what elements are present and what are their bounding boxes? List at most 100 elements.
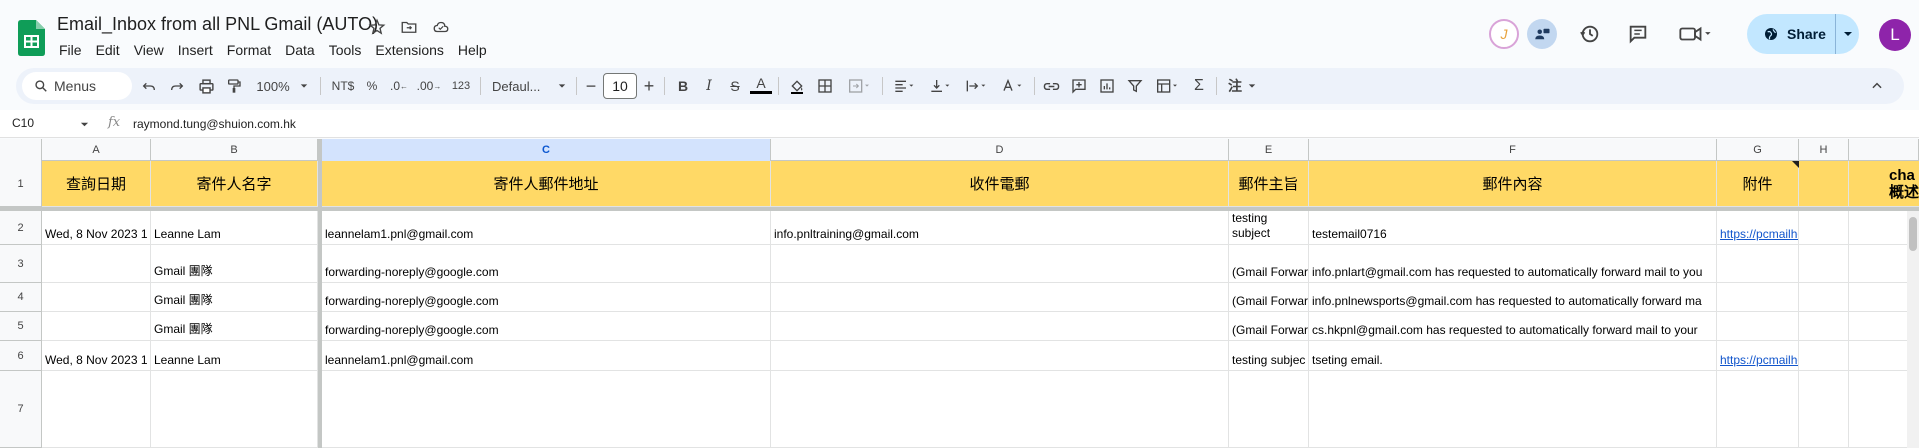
select-all-corner[interactable] [0, 139, 42, 161]
header-cell-c[interactable]: 寄件人郵件地址 [322, 161, 771, 207]
fill-color-icon[interactable] [786, 74, 808, 98]
menu-view[interactable]: View [127, 40, 171, 60]
column-header-b[interactable]: B [151, 139, 318, 161]
cell-f2[interactable]: testemail0716 [1309, 211, 1717, 245]
cell-c4[interactable]: forwarding-noreply@google.com [322, 283, 771, 312]
cell-c5[interactable]: forwarding-noreply@google.com [322, 312, 771, 341]
filter-icon[interactable] [1124, 74, 1146, 98]
redo-icon[interactable] [166, 74, 188, 98]
cell-h4[interactable] [1799, 283, 1849, 312]
merge-cells-icon[interactable] [842, 74, 876, 98]
currency-format-button[interactable]: NT$ [328, 74, 358, 98]
row-header-5[interactable]: 5 [0, 312, 42, 341]
cell-e5[interactable]: (Gmail Forwar [1229, 312, 1309, 341]
comment-presence-icon[interactable] [1527, 19, 1557, 49]
menu-extensions[interactable]: Extensions [368, 40, 450, 60]
menu-tools[interactable]: Tools [322, 40, 369, 60]
cell-d3[interactable] [771, 245, 1229, 283]
cell-f6[interactable]: tseting email. [1309, 341, 1717, 371]
row-header-6[interactable]: 6 [0, 341, 42, 371]
frozen-row-divider[interactable] [0, 207, 1919, 211]
cell-g7[interactable] [1717, 371, 1799, 448]
print-icon[interactable] [194, 74, 218, 98]
cell-e3[interactable]: (Gmail Forwar [1229, 245, 1309, 283]
cell-a4[interactable] [42, 283, 151, 312]
cell-e4[interactable]: (Gmail Forwar [1229, 283, 1309, 312]
filter-views-icon[interactable] [1150, 74, 1184, 98]
user-avatar[interactable]: L [1879, 19, 1911, 51]
cell-g4[interactable] [1717, 283, 1799, 312]
cell-b2[interactable]: Leanne Lam [151, 211, 318, 245]
cell-h2[interactable] [1799, 211, 1849, 245]
cell-e2[interactable]: testing subject [1229, 211, 1309, 245]
cell-g6[interactable]: https://pcmailhook.com/attachmen [1717, 341, 1799, 371]
cell-h7[interactable] [1799, 371, 1849, 448]
cell-b4[interactable]: Gmail 團隊 [151, 283, 318, 312]
cell-f3[interactable]: info.pnlart@gmail.com has requested to a… [1309, 245, 1717, 283]
column-header-f[interactable]: F [1309, 139, 1717, 161]
star-icon[interactable] [366, 16, 388, 38]
chevron-down-icon[interactable] [80, 120, 89, 129]
text-color-button[interactable]: A [750, 74, 772, 94]
italic-button[interactable]: I [698, 74, 720, 98]
menu-edit[interactable]: Edit [89, 40, 127, 60]
more-formats-button[interactable]: 123 [448, 74, 474, 98]
vertical-align-icon[interactable] [924, 74, 956, 98]
meet-call-icon[interactable] [1675, 21, 1715, 47]
zoom-select[interactable]: 100% [246, 74, 318, 98]
column-header-g[interactable]: G [1717, 139, 1799, 161]
cell-g3[interactable] [1717, 245, 1799, 283]
cell-b7[interactable] [151, 371, 318, 448]
cell-f5[interactable]: cs.hkpnl@gmail.com has requested to auto… [1309, 312, 1717, 341]
cell-d6[interactable] [771, 341, 1229, 371]
column-header-a[interactable]: A [42, 139, 151, 161]
increase-decimal-button[interactable]: .00 → [414, 74, 444, 98]
cell-c3[interactable]: forwarding-noreply@google.com [322, 245, 771, 283]
row-header-1[interactable]: 1 [0, 161, 42, 207]
header-cell-e[interactable]: 郵件主旨 [1229, 161, 1309, 207]
cell-f7[interactable] [1309, 371, 1717, 448]
cell-d2[interactable]: info.pnltraining@gmail.com [771, 211, 1229, 245]
cell-h3[interactable] [1799, 245, 1849, 283]
font-size-increase-button[interactable]: + [640, 74, 658, 98]
paint-format-icon[interactable] [222, 74, 246, 98]
menu-file[interactable]: File [52, 40, 89, 60]
cell-b5[interactable]: Gmail 團隊 [151, 312, 318, 341]
menu-search[interactable]: Menus [22, 72, 132, 100]
document-title[interactable]: Email_Inbox from all PNL Gmail (AUTO) [57, 14, 378, 35]
frozen-column-divider[interactable] [318, 139, 322, 448]
insert-comment-icon[interactable] [1068, 74, 1090, 98]
header-cell-d[interactable]: 收件電郵 [771, 161, 1229, 207]
header-cell-i[interactable]: cha 概述 [1849, 161, 1919, 207]
cell-d7[interactable] [771, 371, 1229, 448]
cell-d5[interactable] [771, 312, 1229, 341]
menu-insert[interactable]: Insert [171, 40, 220, 60]
cell-a3[interactable] [42, 245, 151, 283]
comment-indicator[interactable] [1792, 161, 1799, 168]
row-header-2[interactable]: 2 [0, 211, 42, 245]
cell-a2[interactable]: Wed, 8 Nov 2023 1 [42, 211, 151, 245]
cell-d4[interactable] [771, 283, 1229, 312]
header-cell-b[interactable]: 寄件人名字 [151, 161, 318, 207]
strikethrough-button[interactable]: S [724, 74, 746, 98]
collapse-toolbar-icon[interactable] [1866, 74, 1888, 98]
decrease-decimal-button[interactable]: .0 ← [386, 74, 412, 98]
cloud-status-icon[interactable] [430, 16, 452, 38]
name-box[interactable]: C10 [12, 116, 34, 130]
font-size-decrease-button[interactable]: − [582, 74, 600, 98]
column-header-d[interactable]: D [771, 139, 1229, 161]
text-wrapping-icon[interactable] [960, 74, 992, 98]
cell-h5[interactable] [1799, 312, 1849, 341]
cell-a5[interactable] [42, 312, 151, 341]
borders-icon[interactable] [814, 74, 836, 98]
cell-b6[interactable]: Leanne Lam [151, 341, 318, 371]
column-header-e[interactable]: E [1229, 139, 1309, 161]
bold-button[interactable]: B [672, 74, 694, 98]
font-family-select[interactable]: Defaul... [488, 74, 570, 98]
cell-f4[interactable]: info.pnlnewsports@gmail.com has requeste… [1309, 283, 1717, 312]
cell-h6[interactable] [1799, 341, 1849, 371]
insert-link-icon[interactable] [1040, 74, 1062, 98]
cell-c2[interactable]: leannelam1.pnl@gmail.com [322, 211, 771, 245]
functions-button[interactable]: Σ [1188, 74, 1210, 98]
row-header-4[interactable]: 4 [0, 283, 42, 312]
